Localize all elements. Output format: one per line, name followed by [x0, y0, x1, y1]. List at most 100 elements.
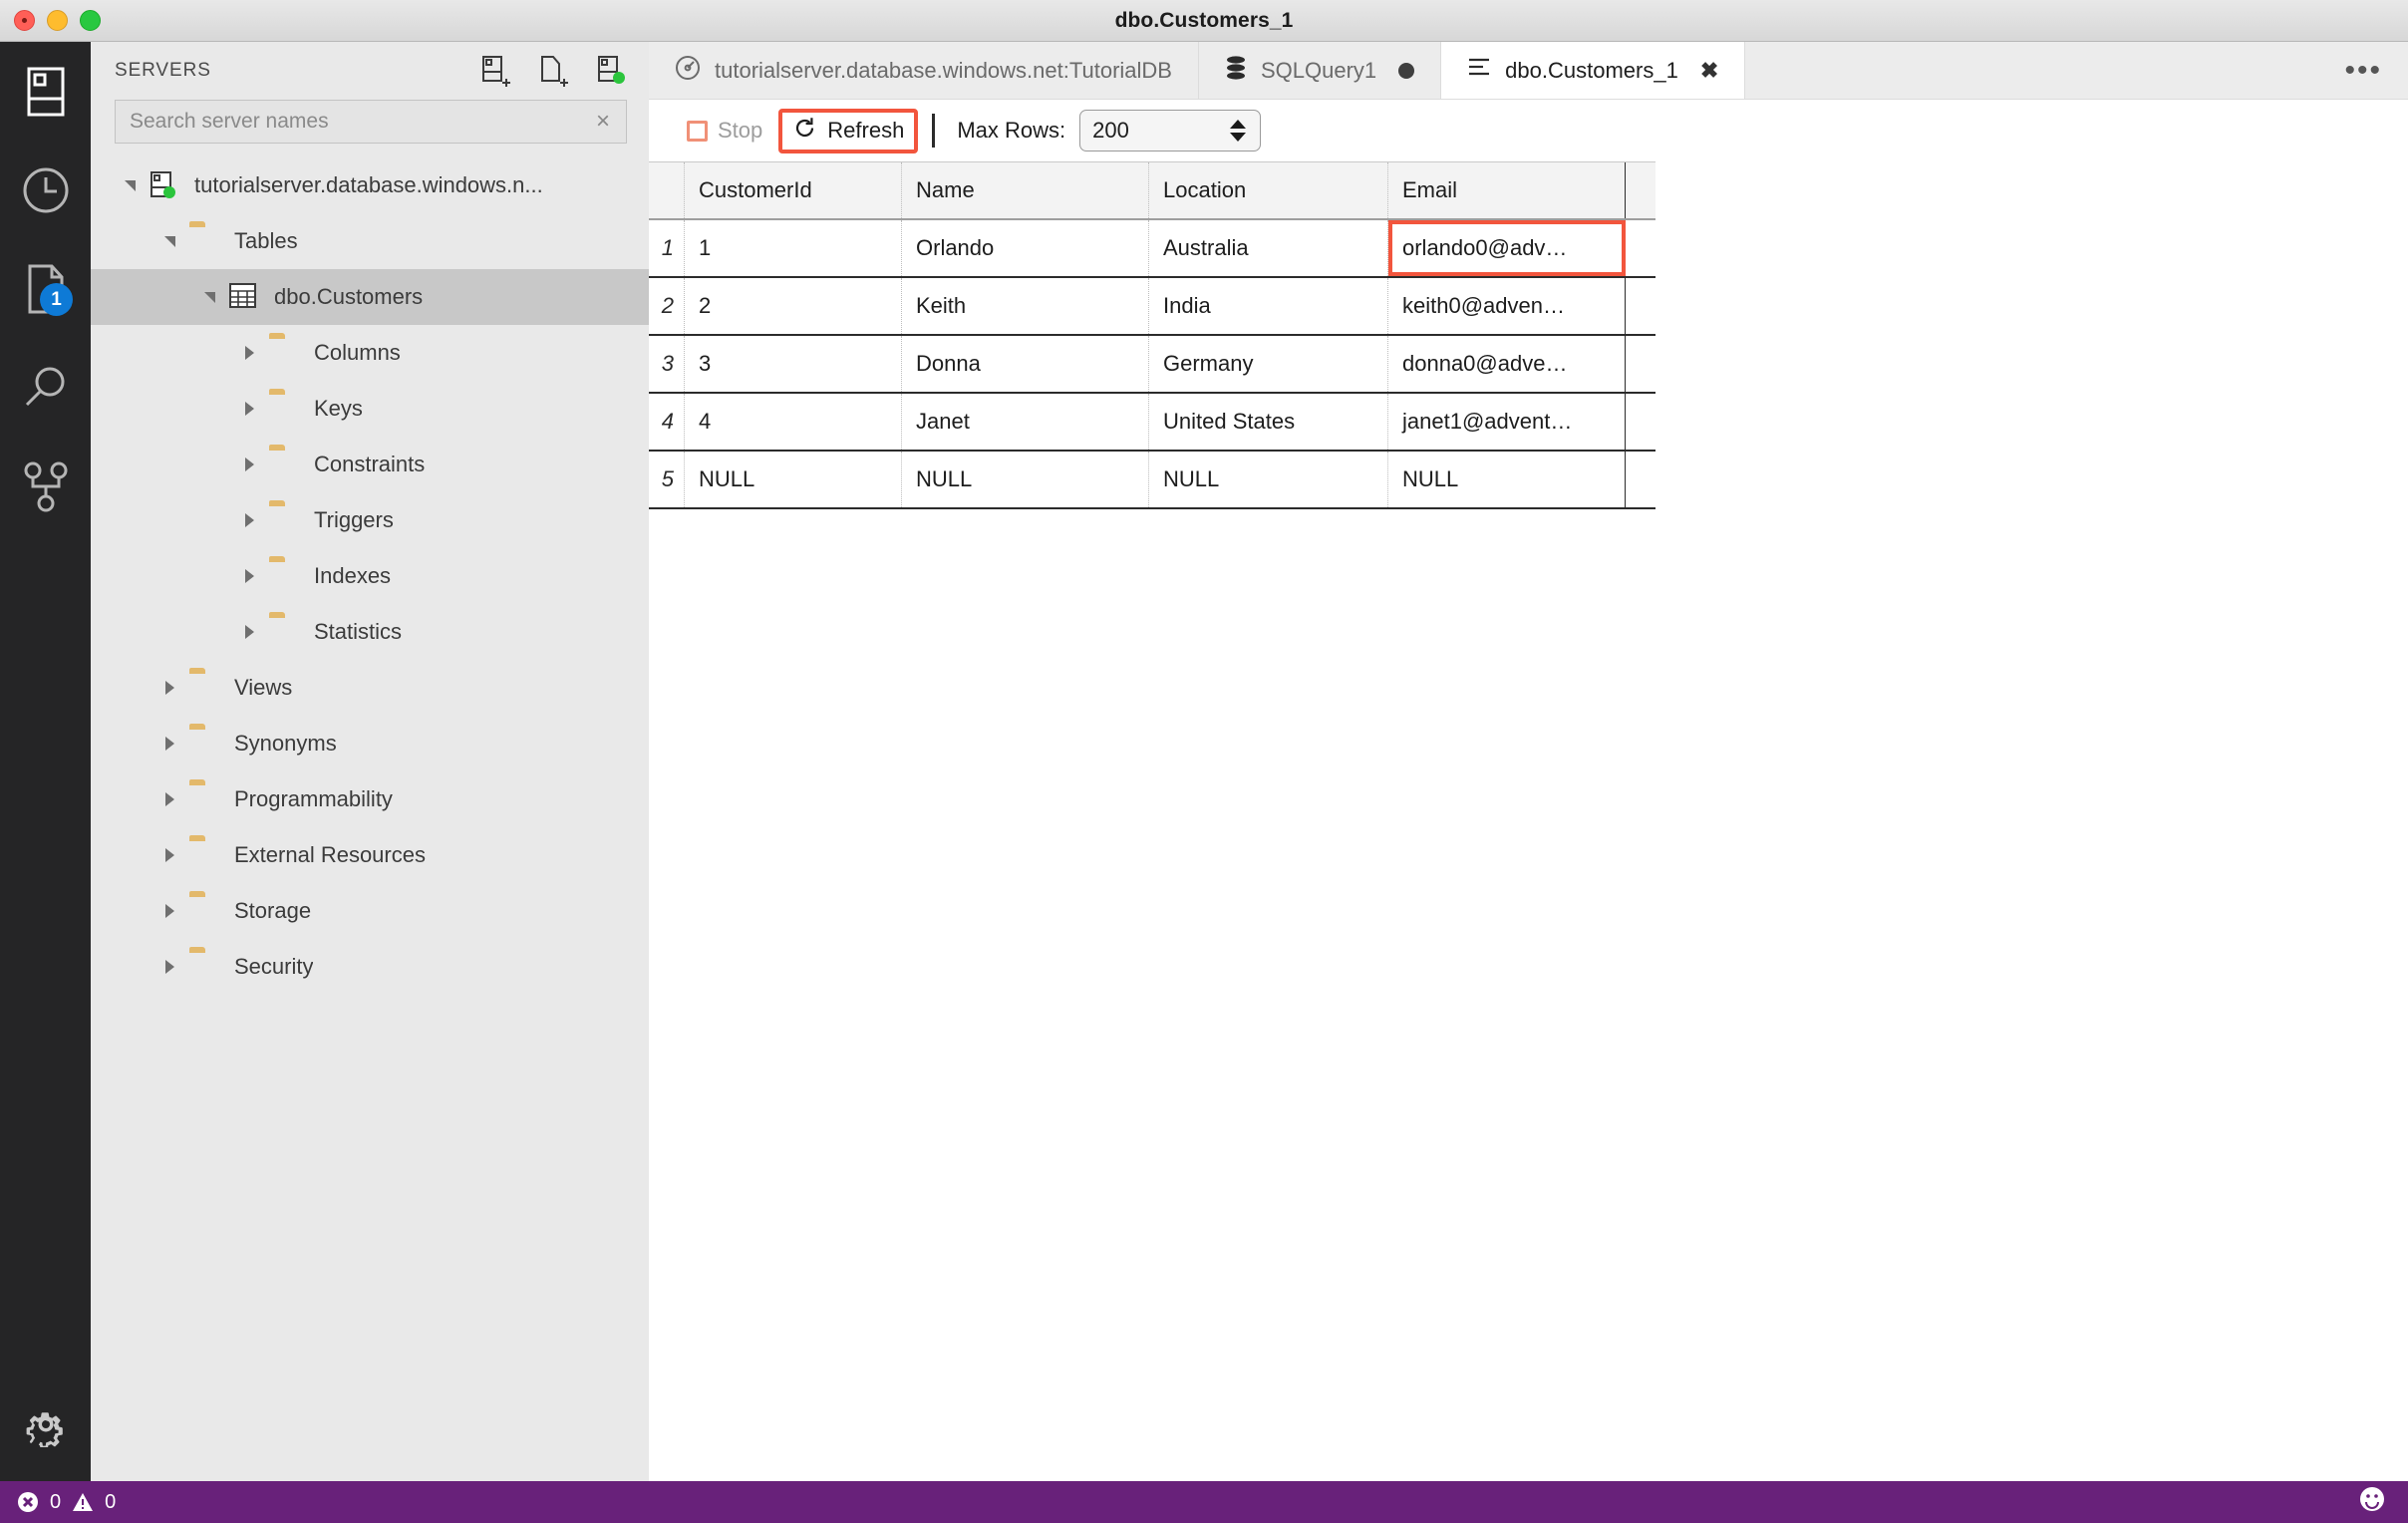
- status-problems[interactable]: 0 0: [0, 1490, 116, 1514]
- grid-cell[interactable]: NULL: [685, 452, 902, 507]
- grid-cell[interactable]: NULL: [1149, 452, 1388, 507]
- grid-row[interactable]: 2 2 Keith India keith0@adven…: [649, 278, 1656, 336]
- chevron-right-icon[interactable]: [156, 954, 182, 980]
- grid-cell[interactable]: India: [1149, 278, 1388, 334]
- tree-item-storage[interactable]: Storage: [91, 883, 649, 939]
- grid-row[interactable]: 1 1 Orlando Australia orlando0@adv…: [649, 220, 1656, 278]
- grid-cell[interactable]: Keith: [902, 278, 1149, 334]
- history-icon: [21, 165, 71, 215]
- tree-item-triggers[interactable]: Triggers: [91, 492, 649, 548]
- grid-cell[interactable]: keith0@adven…: [1388, 278, 1626, 334]
- grid-cell[interactable]: 2: [685, 278, 902, 334]
- grid-cell[interactable]: orlando0@adv…: [1388, 220, 1626, 276]
- folder-icon: [268, 505, 302, 535]
- grid-cell[interactable]: United States: [1149, 394, 1388, 450]
- source-control-icon: [21, 460, 71, 512]
- twisty-arrow: [124, 179, 136, 191]
- chevron-right-icon[interactable]: [236, 340, 262, 366]
- editor-tab-dbo-customers-1[interactable]: dbo.Customers_1 ✖: [1441, 42, 1746, 99]
- twisty-arrow: [164, 681, 174, 695]
- search-input[interactable]: [130, 110, 590, 134]
- activity-item-history[interactable]: [0, 141, 91, 239]
- chevron-right-icon[interactable]: [236, 507, 262, 533]
- grid-cell[interactable]: 4: [685, 394, 902, 450]
- tree-item-tutorialserver-database-windows-n[interactable]: tutorialserver.database.windows.n...: [91, 157, 649, 213]
- server-search-wrapper: ×: [91, 100, 649, 144]
- new-server-group-icon[interactable]: [597, 56, 627, 86]
- tree-item-security[interactable]: Security: [91, 939, 649, 995]
- chevron-right-icon[interactable]: [156, 786, 182, 812]
- grid-cell[interactable]: NULL: [902, 452, 1149, 507]
- clear-search-icon[interactable]: ×: [590, 110, 616, 134]
- grid-row[interactable]: 4 4 Janet United States janet1@advent…: [649, 394, 1656, 452]
- folder-icon: [188, 673, 222, 703]
- server-tree: tutorialserver.database.windows.n... Tabl…: [91, 157, 649, 995]
- refresh-button[interactable]: Refresh: [778, 108, 919, 153]
- chevron-down-icon[interactable]: [196, 284, 222, 310]
- chevron-right-icon[interactable]: [156, 898, 182, 924]
- chevron-right-icon[interactable]: [236, 619, 262, 645]
- grid-cell[interactable]: Janet: [902, 394, 1149, 450]
- folder-icon: [188, 896, 222, 926]
- editor-tab-tutorialserver-database-windows-net-tutorialdb[interactable]: tutorialserver.database.windows.net:Tuto…: [649, 42, 1199, 99]
- grid-column-header[interactable]: Email: [1388, 162, 1626, 218]
- activity-item-servers[interactable]: [0, 42, 91, 141]
- chevron-right-icon[interactable]: [236, 452, 262, 477]
- grid-column-header[interactable]: Location: [1149, 162, 1388, 218]
- server-search-box[interactable]: ×: [115, 100, 627, 144]
- editor-tab-bar: tutorialserver.database.windows.net:Tuto…: [649, 42, 2408, 100]
- chevron-down-icon[interactable]: [117, 172, 143, 198]
- sidebar-title: SERVERS: [115, 60, 211, 81]
- stop-button[interactable]: Stop: [677, 112, 772, 150]
- tree-item-columns[interactable]: Columns: [91, 325, 649, 381]
- chevron-right-icon[interactable]: [156, 675, 182, 701]
- tree-item-label: External Resources: [234, 842, 426, 867]
- grid-column-header[interactable]: CustomerId: [685, 162, 902, 218]
- tree-item-tables[interactable]: Tables: [91, 213, 649, 269]
- editor-more-actions-icon[interactable]: •••: [2318, 42, 2408, 99]
- chevron-down-icon[interactable]: [156, 228, 182, 254]
- tree-item-statistics[interactable]: Statistics: [91, 604, 649, 660]
- twisty-arrow: [244, 457, 254, 471]
- grid-cell[interactable]: Germany: [1149, 336, 1388, 392]
- feedback-smiley-icon[interactable]: [2358, 1485, 2386, 1519]
- tree-item-programmability[interactable]: Programmability: [91, 771, 649, 827]
- grid-row[interactable]: 5 NULL NULL NULL NULL: [649, 452, 1656, 509]
- activity-item-tasks[interactable]: 1: [0, 239, 91, 338]
- new-connection-icon[interactable]: [481, 56, 511, 87]
- grid-cell[interactable]: NULL: [1388, 452, 1626, 507]
- max-rows-stepper[interactable]: 200: [1079, 110, 1262, 152]
- tree-item-indexes[interactable]: Indexes: [91, 548, 649, 604]
- tree-item-keys[interactable]: Keys: [91, 381, 649, 437]
- tree-item-dbo-customers[interactable]: dbo.Customers: [91, 269, 649, 325]
- grid-column-header[interactable]: Name: [902, 162, 1149, 218]
- tree-item-constraints[interactable]: Constraints: [91, 437, 649, 492]
- grid-row[interactable]: 3 3 Donna Germany donna0@adve…: [649, 336, 1656, 394]
- chevron-right-icon[interactable]: [236, 563, 262, 589]
- activity-item-settings[interactable]: [0, 1371, 91, 1481]
- grid-cell[interactable]: Donna: [902, 336, 1149, 392]
- close-tab-icon[interactable]: ✖: [1700, 58, 1718, 84]
- sidebar: SERVERS Search server names × tutorialse…: [91, 42, 649, 1481]
- grid-cell[interactable]: donna0@adve…: [1388, 336, 1626, 392]
- grid-cell[interactable]: Australia: [1149, 220, 1388, 276]
- grid-cell[interactable]: 1: [685, 220, 902, 276]
- stepper-up-icon[interactable]: [1230, 120, 1247, 129]
- tree-item-views[interactable]: Views: [91, 660, 649, 716]
- chevron-right-icon[interactable]: [156, 731, 182, 757]
- grid-cell[interactable]: janet1@advent…: [1388, 394, 1626, 450]
- new-query-icon[interactable]: [539, 56, 569, 87]
- stepper-down-icon[interactable]: [1230, 133, 1247, 142]
- chevron-right-icon[interactable]: [156, 842, 182, 868]
- grid-cell[interactable]: 3: [685, 336, 902, 392]
- tree-item-synonyms[interactable]: Synonyms: [91, 716, 649, 771]
- grid-cell[interactable]: Orlando: [902, 220, 1149, 276]
- activity-item-source-control[interactable]: [0, 437, 91, 535]
- stepper-arrows-icon[interactable]: [1230, 120, 1247, 142]
- folder-icon: [188, 952, 222, 982]
- twisty-arrow: [164, 960, 174, 974]
- editor-tab-sqlquery1[interactable]: SQLQuery1: [1199, 42, 1442, 99]
- chevron-right-icon[interactable]: [236, 396, 262, 422]
- activity-item-search[interactable]: [0, 338, 91, 437]
- tree-item-external-resources[interactable]: External Resources: [91, 827, 649, 883]
